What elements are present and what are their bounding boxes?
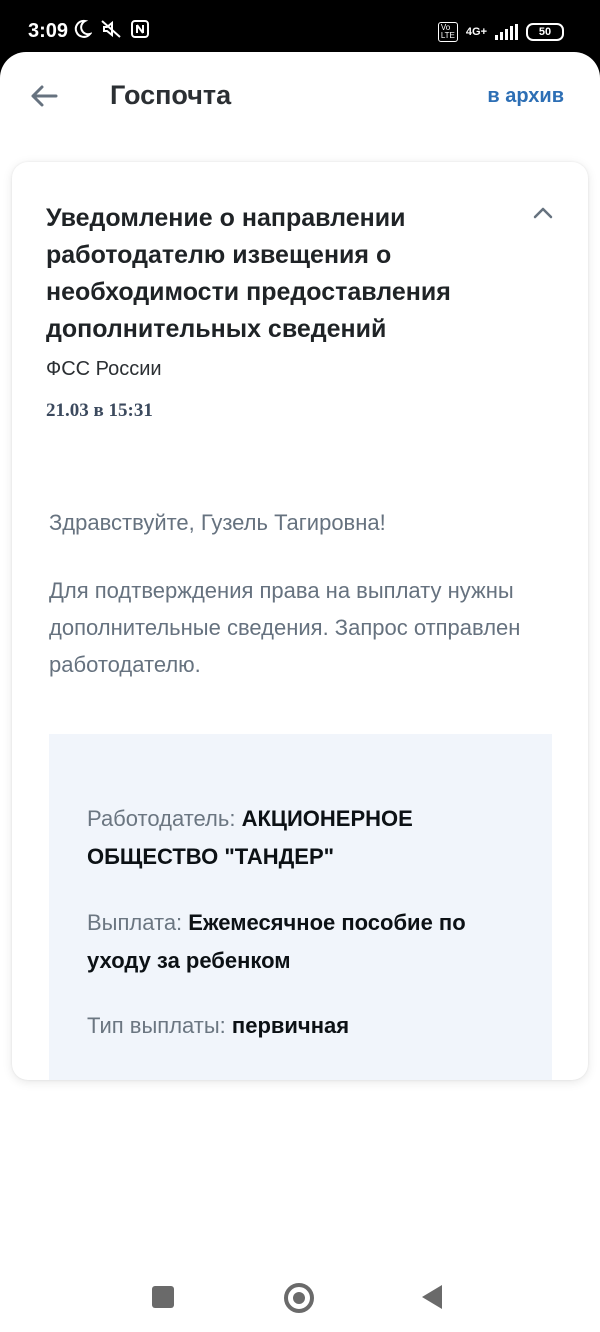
collapse-button[interactable]	[528, 198, 558, 228]
message-body: Для подтверждения права на выплату нужны…	[49, 578, 521, 677]
status-time: 3:09	[28, 20, 69, 42]
home-button[interactable]	[284, 1283, 314, 1313]
detail-payment: Выплата: Ежемесячное пособие по уходу за…	[87, 904, 507, 980]
moon-icon	[72, 19, 93, 45]
message-sender: ФСС России	[46, 358, 162, 380]
battery-level: 50	[538, 26, 552, 38]
status-icons-right: Vo LTE 4G+ 50	[437, 22, 564, 42]
message-card: Уведомление о направлении работодателю и…	[12, 162, 588, 1080]
status-icons-left	[72, 19, 150, 45]
details-box: Работодатель: АКЦИОНЕРНОЕ ОБЩЕСТВО "ТАНД…	[49, 734, 552, 1080]
arrow-left-icon	[31, 85, 58, 107]
archive-button[interactable]: в архив	[487, 85, 564, 108]
header: Госпочта в архив	[0, 52, 600, 142]
home-dot-icon	[293, 1292, 305, 1304]
volte-icon: Vo LTE	[437, 22, 458, 42]
screen: Госпочта в архив Уведомление о направлен…	[0, 52, 600, 1332]
recents-button[interactable]	[152, 1286, 174, 1308]
message-greeting: Здравствуйте, Гузель Тагировна!	[49, 510, 386, 535]
detail-label: Работодатель:	[87, 806, 236, 831]
message-datetime: 21.03 в 15:31	[46, 400, 153, 421]
nfc-icon	[130, 19, 150, 45]
network-type: 4G+	[465, 26, 487, 38]
detail-payment-type: Тип выплаты: первичная	[87, 1007, 507, 1045]
system-back-button[interactable]	[422, 1285, 442, 1309]
detail-employer: Работодатель: АКЦИОНЕРНОЕ ОБЩЕСТВО "ТАНД…	[87, 800, 507, 876]
detail-label: Тип выплаты:	[87, 1013, 226, 1038]
back-button[interactable]	[26, 78, 62, 114]
mute-icon	[100, 19, 122, 45]
page-title: Госпочта	[110, 80, 232, 110]
detail-label: Выплата:	[87, 910, 183, 935]
chevron-up-icon	[533, 207, 553, 219]
message-title: Уведомление о направлении работодателю и…	[46, 204, 451, 343]
system-nav-bar	[0, 1232, 600, 1332]
battery-icon: 50	[526, 23, 564, 41]
signal-icon	[495, 24, 518, 40]
detail-value: первичная	[231, 1013, 350, 1038]
